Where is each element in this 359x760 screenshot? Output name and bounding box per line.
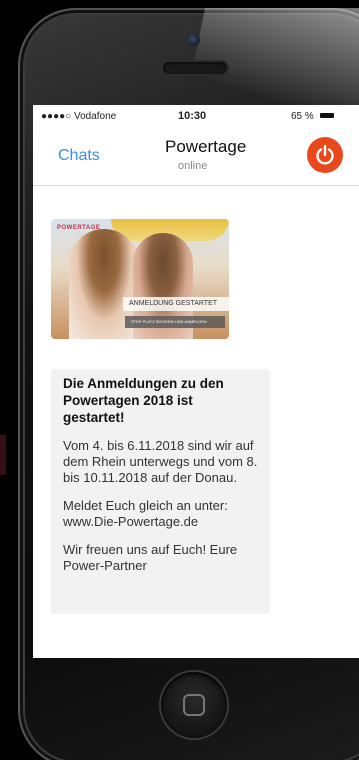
background-accent xyxy=(0,435,6,475)
phone-screen: ●●●●○ Vodafone 10:30 65 % Chats Powertag… xyxy=(33,105,359,658)
message-list: POWERTAGE ANMELDUNG GESTARTET STEP PLATZ… xyxy=(33,186,359,658)
battery-icon xyxy=(320,113,334,118)
image-banner: ANMELDUNG GESTARTET xyxy=(123,297,229,311)
image-cta: STEP PLATZ SICHERN UND ANMELDEN xyxy=(125,316,225,328)
carrier-label: ●●●●○ Vodafone xyxy=(41,111,117,122)
stage: ●●●●○ Vodafone 10:30 65 % Chats Powertag… xyxy=(0,0,359,760)
chat-header: Chats Powertage online xyxy=(33,127,359,186)
status-bar: ●●●●○ Vodafone 10:30 65 % xyxy=(33,105,359,127)
chat-title: Powertage xyxy=(165,137,247,156)
clock: 10:30 xyxy=(178,110,207,122)
text-message: Die Anmeldungen zu den Powertagen 2018 i… xyxy=(51,369,270,614)
power-icon xyxy=(316,144,334,165)
message-paragraph: Wir freuen uns auf Euch! Eure Power-Part… xyxy=(63,542,238,573)
image-message[interactable]: POWERTAGE ANMELDUNG GESTARTET STEP PLATZ… xyxy=(51,219,229,339)
back-to-chats-button[interactable]: Chats xyxy=(58,147,100,165)
message-headline: Die Anmeldungen zu den Powertagen 2018 i… xyxy=(63,376,224,425)
front-camera xyxy=(188,34,200,46)
presence-status: online xyxy=(178,160,208,172)
battery-percent: 65 % xyxy=(291,111,314,122)
image-logo: POWERTAGE xyxy=(57,225,101,231)
earpiece-speaker xyxy=(163,62,227,74)
power-button[interactable] xyxy=(307,137,343,173)
message-paragraph: Meldet Euch gleich an unter: www.Die-Pow… xyxy=(63,498,228,529)
home-button-icon xyxy=(183,694,205,716)
home-button[interactable] xyxy=(161,672,227,738)
message-paragraph: Vom 4. bis 6.11.2018 sind wir auf dem Rh… xyxy=(63,438,258,485)
